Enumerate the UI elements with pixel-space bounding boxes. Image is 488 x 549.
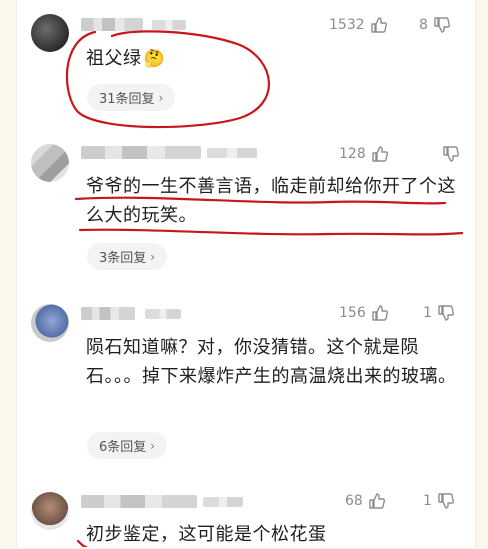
- comment-text: 初步鉴定，这可能是个松花蛋: [86, 524, 327, 545]
- dislike-button[interactable]: 8: [419, 16, 451, 34]
- comment-panel: 1532 8 祖父绿 🤔 31条回复 › 128 爷爷的一生不善言语，临走前却给你…: [16, 0, 476, 547]
- chevron-right-icon: ›: [158, 90, 164, 105]
- like-count: 1532: [329, 17, 365, 33]
- dislike-count: 1: [423, 305, 432, 321]
- comment-text: 爷爷的一生不善言语，临走前却给你开了个这么大的玩笑。: [86, 176, 456, 226]
- username-blurred[interactable]: [81, 495, 197, 508]
- reply-count-label: 6条回复: [99, 440, 147, 455]
- comment-item: 128 爷爷的一生不善言语，临走前却给你开了个这么大的玩笑。 3条回复 ›: [17, 130, 475, 290]
- comment-body: 祖父绿: [86, 48, 142, 69]
- reply-count-label: 3条回复: [99, 251, 147, 266]
- like-count: 68: [345, 493, 363, 509]
- like-count: 156: [339, 305, 366, 321]
- user-tag-blurred: [207, 148, 257, 158]
- dislike-button[interactable]: 1: [423, 492, 455, 510]
- chevron-right-icon: ›: [150, 438, 156, 453]
- reply-count-label: 31条回复: [99, 92, 155, 107]
- thumbs-down-icon: [438, 493, 454, 509]
- like-button[interactable]: 156: [339, 304, 389, 322]
- thumbs-down-icon: [438, 305, 454, 321]
- avatar[interactable]: [31, 492, 69, 530]
- thumbs-down-icon: [434, 17, 450, 33]
- username-blurred[interactable]: [81, 146, 201, 159]
- comment-item: 68 1 初步鉴定，这可能是个松花蛋: [17, 480, 475, 547]
- view-replies-button[interactable]: 6条回复 ›: [87, 432, 168, 459]
- avatar[interactable]: [31, 304, 69, 342]
- view-replies-button[interactable]: 31条回复 ›: [87, 84, 176, 111]
- chevron-right-icon: ›: [150, 249, 156, 264]
- thumbs-down-icon: [443, 146, 460, 162]
- user-tag-blurred: [152, 20, 186, 30]
- dislike-count: 1: [423, 493, 432, 509]
- thumbs-up-icon: [372, 146, 388, 162]
- dislike-button[interactable]: 1: [423, 304, 455, 322]
- like-button[interactable]: 1532: [329, 16, 388, 34]
- dislike-count: 8: [419, 17, 428, 33]
- dislike-button[interactable]: [437, 145, 460, 163]
- like-button[interactable]: 128: [339, 145, 389, 163]
- thumbs-up-icon: [369, 493, 385, 509]
- thumbs-up-icon: [372, 305, 388, 321]
- avatar[interactable]: [31, 144, 69, 182]
- username-blurred[interactable]: [81, 18, 143, 31]
- thinking-emoji-icon: 🤔: [143, 49, 166, 69]
- comment-text: 陨石知道嘛？对，你没猜错。这个就是陨石。。。掉下来爆炸产生的高温烧出来的玻璃。: [86, 337, 457, 387]
- like-count: 128: [339, 146, 366, 162]
- comment-item: 1532 8 祖父绿 🤔 31条回复 ›: [17, 0, 475, 130]
- comment-text: 祖父绿 🤔: [86, 44, 461, 74]
- view-replies-button[interactable]: 3条回复 ›: [87, 243, 168, 270]
- avatar[interactable]: [31, 14, 69, 52]
- username-blurred[interactable]: [81, 307, 135, 320]
- user-tag-blurred: [203, 497, 243, 507]
- user-tag-blurred: [145, 309, 181, 319]
- thumbs-up-icon: [370, 17, 387, 33]
- like-button[interactable]: 68: [345, 492, 386, 510]
- comment-item: 156 1 陨石知道嘛？对，你没猜错。这个就是陨石。。。掉下来爆炸产生的高温烧出…: [17, 290, 475, 480]
